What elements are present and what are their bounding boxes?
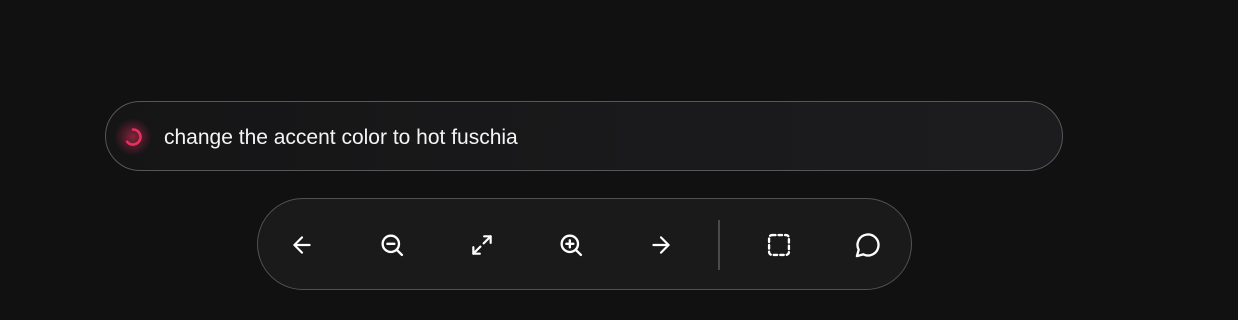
prompt-bar[interactable]: change the accent color to hot fuschia xyxy=(105,101,1063,171)
canvas: change the accent color to hot fuschia xyxy=(0,0,1238,320)
chat-bubble-icon xyxy=(855,233,880,258)
prompt-text[interactable]: change the accent color to hot fuschia xyxy=(164,126,518,150)
expand-icon xyxy=(472,235,492,255)
select-area-button[interactable] xyxy=(759,225,799,265)
back-button[interactable] xyxy=(282,225,322,265)
comment-button[interactable] xyxy=(848,225,888,265)
zoom-in-button[interactable] xyxy=(551,225,591,265)
arrow-right-icon xyxy=(652,236,670,254)
dashed-square-icon xyxy=(767,233,791,257)
toolbar-divider xyxy=(718,220,720,270)
zoom-in-icon xyxy=(560,234,583,257)
arrow-left-icon xyxy=(293,236,311,254)
loading-spinner-icon xyxy=(114,118,152,156)
forward-button[interactable] xyxy=(641,225,681,265)
toolbar xyxy=(257,198,912,290)
zoom-out-button[interactable] xyxy=(372,225,412,265)
zoom-out-icon xyxy=(381,234,404,257)
fit-screen-button[interactable] xyxy=(462,225,502,265)
